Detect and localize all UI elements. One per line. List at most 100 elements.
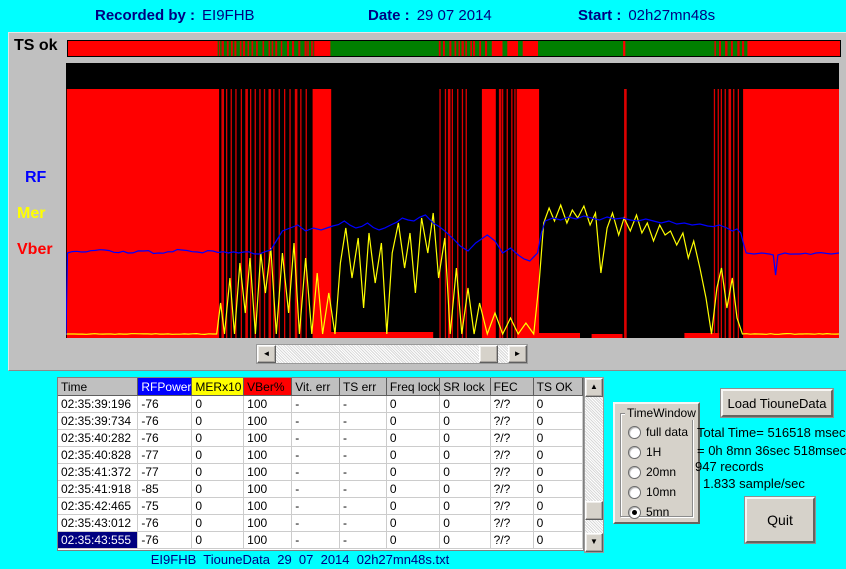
table-cell[interactable]: 02:35:40:828: [58, 447, 138, 464]
chart-horizontal-scrollbar[interactable]: ◄ ►: [256, 344, 528, 364]
table-cell[interactable]: -76: [138, 532, 192, 549]
table-cell[interactable]: 0: [192, 396, 244, 413]
table-cell[interactable]: -: [339, 532, 386, 549]
table-cell[interactable]: 0: [440, 447, 490, 464]
table-cell[interactable]: 0: [386, 413, 439, 430]
table-cell[interactable]: -: [339, 464, 386, 481]
table-cell[interactable]: 0: [192, 447, 244, 464]
table-cell[interactable]: 0: [192, 481, 244, 498]
table-cell[interactable]: -: [292, 515, 340, 532]
table-cell[interactable]: ?/?: [490, 532, 533, 549]
table-cell[interactable]: -: [339, 447, 386, 464]
table-cell[interactable]: 02:35:39:196: [58, 396, 138, 413]
table-row[interactable]: 02:35:40:828-770100--00?/?0: [58, 447, 583, 464]
table-cell[interactable]: 100: [244, 464, 292, 481]
table-cell[interactable]: 02:35:43:012: [58, 515, 138, 532]
table-cell[interactable]: 100: [244, 515, 292, 532]
table-cell[interactable]: -76: [138, 430, 192, 447]
radio-button[interactable]: [628, 486, 641, 499]
table-row[interactable]: 02:35:43:555-760100--00?/?0: [58, 532, 583, 549]
table-cell[interactable]: 0: [440, 396, 490, 413]
table-cell[interactable]: ?/?: [490, 464, 533, 481]
table-cell[interactable]: 0: [192, 498, 244, 515]
table-cell[interactable]: 0: [192, 464, 244, 481]
table-cell[interactable]: 0: [440, 498, 490, 515]
table-cell[interactable]: 0: [386, 515, 439, 532]
load-tiounedata-button[interactable]: Load TiouneData: [721, 389, 833, 417]
radio-button[interactable]: [628, 446, 641, 459]
radio-button[interactable]: [628, 506, 641, 519]
table-cell[interactable]: 0: [533, 396, 582, 413]
table-cell[interactable]: -: [339, 515, 386, 532]
table-cell[interactable]: 0: [533, 430, 582, 447]
table-cell[interactable]: -: [292, 498, 340, 515]
vertical-scroll-thumb[interactable]: [585, 501, 603, 520]
table-cell[interactable]: 02:35:41:372: [58, 464, 138, 481]
table-cell[interactable]: 0: [440, 464, 490, 481]
table-cell[interactable]: -75: [138, 498, 192, 515]
table-cell[interactable]: ?/?: [490, 413, 533, 430]
table-cell[interactable]: 0: [533, 464, 582, 481]
table-cell[interactable]: 100: [244, 447, 292, 464]
table-cell[interactable]: -: [339, 498, 386, 515]
table-cell[interactable]: ?/?: [490, 447, 533, 464]
table-cell[interactable]: 0: [192, 515, 244, 532]
table-cell[interactable]: ?/?: [490, 481, 533, 498]
table-cell[interactable]: 02:35:40:282: [58, 430, 138, 447]
table-cell[interactable]: 0: [386, 447, 439, 464]
scroll-up-button[interactable]: ▲: [585, 378, 603, 397]
table-cell[interactable]: -: [292, 396, 340, 413]
radio-button[interactable]: [628, 466, 641, 479]
table-cell[interactable]: 0: [533, 481, 582, 498]
table-cell[interactable]: 0: [533, 413, 582, 430]
table-cell[interactable]: 0: [386, 481, 439, 498]
table-cell[interactable]: 100: [244, 532, 292, 549]
table-row[interactable]: 02:35:39:734-760100--00?/?0: [58, 413, 583, 430]
table-cell[interactable]: 100: [244, 498, 292, 515]
table-cell[interactable]: 100: [244, 396, 292, 413]
scroll-left-button[interactable]: ◄: [257, 345, 276, 363]
table-cell[interactable]: 0: [192, 413, 244, 430]
table-row[interactable]: 02:35:39:196-760100--00?/?0: [58, 396, 583, 413]
table-cell[interactable]: ?/?: [490, 498, 533, 515]
table-cell[interactable]: -76: [138, 515, 192, 532]
table-cell[interactable]: 100: [244, 413, 292, 430]
table-cell[interactable]: -85: [138, 481, 192, 498]
table-cell[interactable]: ?/?: [490, 515, 533, 532]
table-cell[interactable]: 0: [192, 532, 244, 549]
time-window-option-1H[interactable]: 1H: [621, 442, 692, 462]
table-cell[interactable]: 0: [386, 464, 439, 481]
table-cell[interactable]: -77: [138, 464, 192, 481]
table-cell[interactable]: ?/?: [490, 396, 533, 413]
table-cell[interactable]: -: [339, 413, 386, 430]
table-cell[interactable]: -: [292, 481, 340, 498]
table-row[interactable]: 02:35:40:282-760100--00?/?0: [58, 430, 583, 447]
table-cell[interactable]: 0: [386, 498, 439, 515]
table-cell[interactable]: 0: [533, 515, 582, 532]
time-window-option-full-data[interactable]: full data: [621, 422, 692, 442]
table-cell[interactable]: -76: [138, 413, 192, 430]
table-cell[interactable]: 0: [440, 515, 490, 532]
table-cell[interactable]: 0: [440, 481, 490, 498]
table-cell[interactable]: ?/?: [490, 430, 533, 447]
table-cell[interactable]: -: [339, 396, 386, 413]
table-cell[interactable]: 0: [440, 413, 490, 430]
table-cell[interactable]: 0: [440, 532, 490, 549]
table-cell[interactable]: -: [292, 413, 340, 430]
table-cell[interactable]: 100: [244, 430, 292, 447]
table-cell[interactable]: 02:35:43:555: [58, 532, 138, 549]
time-window-option-10mn[interactable]: 10mn: [621, 482, 692, 502]
table-cell[interactable]: 0: [386, 430, 439, 447]
table-cell[interactable]: 0: [192, 430, 244, 447]
table-row[interactable]: 02:35:41:918-850100--00?/?0: [58, 481, 583, 498]
table-cell[interactable]: -: [339, 430, 386, 447]
horizontal-scroll-thumb[interactable]: [479, 345, 498, 363]
time-window-option-5mn[interactable]: 5mn: [621, 502, 692, 522]
scroll-down-button[interactable]: ▼: [585, 533, 603, 552]
table-row[interactable]: 02:35:42:465-750100--00?/?0: [58, 498, 583, 515]
table-cell[interactable]: 02:35:41:918: [58, 481, 138, 498]
table-cell[interactable]: 0: [533, 498, 582, 515]
table-cell[interactable]: -76: [138, 396, 192, 413]
table-cell[interactable]: 0: [533, 447, 582, 464]
table-cell[interactable]: 0: [386, 532, 439, 549]
